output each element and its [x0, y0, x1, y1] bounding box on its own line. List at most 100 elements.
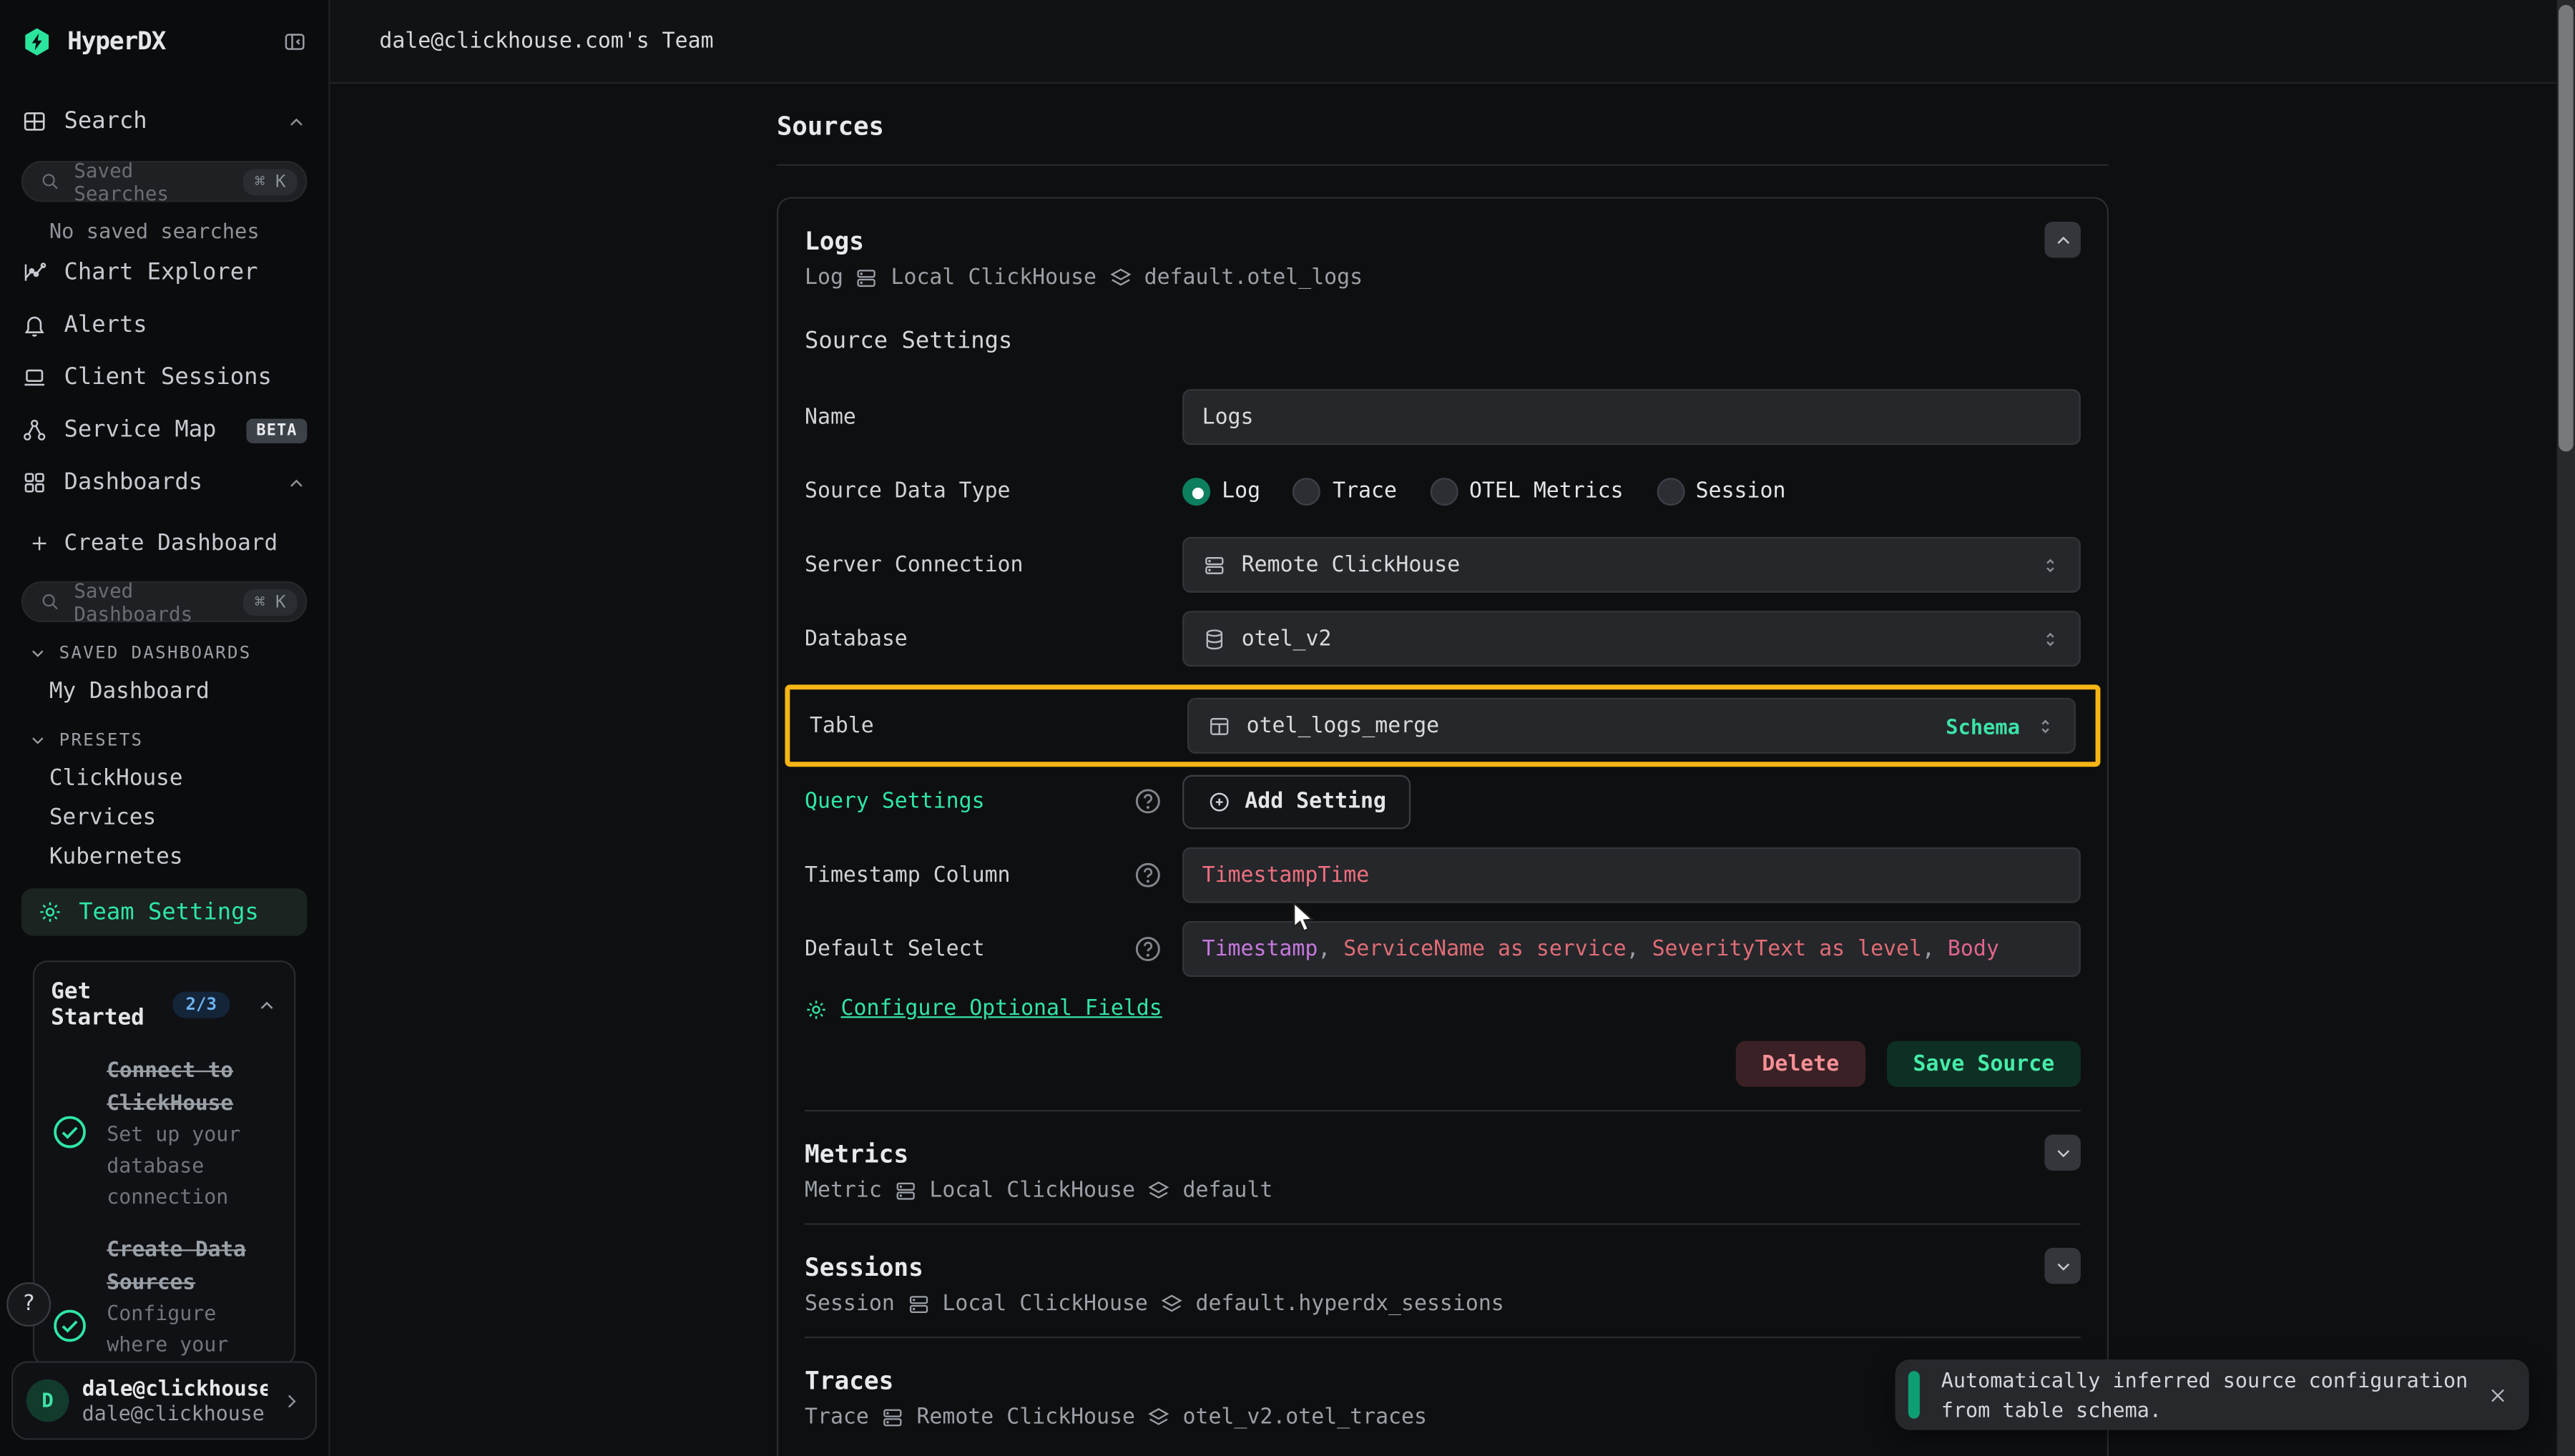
radio-label: Session — [1696, 478, 1786, 503]
sidebar-item-services[interactable]: Services — [21, 800, 307, 836]
help-circle-icon[interactable] — [1133, 934, 1162, 963]
add-setting-label: Add Setting — [1245, 789, 1386, 813]
chevron-down-icon — [28, 731, 48, 751]
close-icon[interactable] — [2486, 1383, 2509, 1406]
group-presets[interactable]: PRESETS — [21, 724, 307, 757]
select-caret-icon — [2040, 554, 2061, 576]
name-label: Name — [805, 405, 1182, 429]
sidebar-item-clickhouse[interactable]: ClickHouse — [21, 760, 307, 797]
sql-token: Timestamp — [1202, 937, 1318, 961]
no-saved-searches-text: No saved searches — [49, 218, 307, 242]
toast-message: Automatically inferred source configurat… — [1941, 1367, 2486, 1423]
source-title: Metrics — [805, 1134, 1272, 1174]
get-started-header[interactable]: Get Started 2/3 — [51, 978, 278, 1030]
get-started-item-title: Create Data Sources — [107, 1239, 246, 1295]
hyperdx-app: HyperDX Search Saved Searches ⌘ K No sav… — [0, 0, 2575, 1456]
sidebar-item-label: Service Map — [64, 417, 217, 443]
radio-trace[interactable]: Trace — [1293, 477, 1397, 505]
source-table: default — [1183, 1179, 1273, 1203]
get-started-item-sources[interactable]: Create Data Sources Configure where your… — [51, 1231, 278, 1366]
configure-optional-fields-link[interactable]: Configure Optional Fields — [841, 997, 1162, 1021]
add-setting-button[interactable]: Add Setting — [1182, 774, 1411, 829]
server-connection-select[interactable]: Remote ClickHouse — [1182, 537, 2081, 593]
group-saved-dashboards[interactable]: SAVED DASHBOARDS — [21, 637, 307, 670]
get-started-item-connect[interactable]: Connect to ClickHouse Set up your databa… — [51, 1053, 278, 1211]
chevron-up-icon[interactable] — [285, 111, 307, 132]
user-menu[interactable]: D dale@clickhouse.… dale@clickhouse.c… — [11, 1361, 317, 1440]
sql-token: , — [1318, 937, 1343, 961]
help-glyph: ? — [22, 1292, 35, 1317]
radio-selected-icon — [1182, 477, 1210, 505]
sidebar-item-my-dashboard[interactable]: My Dashboard — [21, 673, 307, 709]
chevron-up-icon[interactable] — [285, 472, 307, 493]
saved-searches-placeholder: Saved Searches — [74, 159, 230, 205]
radio-label: OTEL Metrics — [1469, 478, 1624, 503]
main-area: dale@clickhouse.com's Team Sources Logs … — [330, 0, 2575, 1456]
server-connection-label: Server Connection — [805, 553, 1182, 577]
expand-sessions-button[interactable] — [2044, 1248, 2081, 1284]
source-type: Trace — [805, 1405, 869, 1430]
chevron-down-icon — [2052, 1142, 2074, 1164]
source-data-type-radios: Log Trace OTEL Metrics — [1182, 463, 2081, 518]
create-dashboard-button[interactable]: Create Dashboard — [21, 521, 307, 565]
save-source-button[interactable]: Save Source — [1887, 1041, 2081, 1087]
radio-icon — [1430, 477, 1458, 505]
server-icon — [855, 266, 879, 290]
timestamp-column-input[interactable]: TimestampTime — [1182, 847, 2081, 903]
collapse-logs-button[interactable] — [2044, 222, 2081, 258]
source-type: Metric — [805, 1179, 882, 1203]
database-select[interactable]: otel_v2 — [1182, 611, 2081, 666]
layers-icon — [1147, 1179, 1171, 1203]
sidebar-item-kubernetes[interactable]: Kubernetes — [21, 839, 307, 875]
saved-searches-input[interactable]: Saved Searches ⌘ K — [21, 161, 307, 202]
sidebar-item-client-sessions[interactable]: Client Sessions — [21, 355, 307, 400]
service-map-icon — [21, 417, 48, 443]
source-type: Session — [805, 1292, 895, 1317]
table-select[interactable]: otel_logs_merge Schema — [1187, 698, 2076, 754]
radio-session[interactable]: Session — [1657, 477, 1786, 505]
radio-otel-metrics[interactable]: OTEL Metrics — [1430, 477, 1624, 505]
layers-icon — [1108, 266, 1132, 290]
name-value: Logs — [1202, 405, 1254, 429]
scrollbar-track[interactable] — [2557, 0, 2575, 1456]
sidebar-item-chart-explorer[interactable]: Chart Explorer — [21, 250, 307, 295]
help-circle-icon[interactable] — [1133, 787, 1162, 816]
get-started-title: Get Started — [51, 978, 160, 1030]
delete-button[interactable]: Delete — [1736, 1041, 1865, 1087]
source-table: otel_v2.otel_traces — [1183, 1405, 1427, 1430]
schema-badge[interactable]: Schema — [1946, 714, 2020, 738]
sidebar-collapse-icon[interactable] — [283, 29, 307, 53]
name-input[interactable]: Logs — [1182, 389, 2081, 445]
radio-log[interactable]: Log — [1182, 477, 1260, 505]
sidebar-item-alerts[interactable]: Alerts — [21, 302, 307, 348]
sidebar-item-search[interactable]: Search — [21, 99, 307, 144]
source-crumb: Log Local ClickHouse default.otel_logs — [805, 266, 1363, 290]
source-section-sessions: Sessions Session Local ClickHouse defaul… — [778, 1225, 2106, 1337]
sidebar-item-team-settings[interactable]: Team Settings — [21, 888, 307, 936]
chevron-up-icon[interactable] — [256, 994, 278, 1015]
sql-token: , — [1922, 937, 1948, 961]
source-server: Remote ClickHouse — [916, 1405, 1135, 1430]
help-circle-icon[interactable] — [1133, 860, 1162, 890]
create-dashboard-label: Create Dashboard — [64, 529, 278, 556]
plus-icon — [28, 531, 51, 554]
source-crumb: Trace Remote ClickHouse otel_v2.otel_tra… — [805, 1405, 1427, 1430]
source-table: default.hyperdx_sessions — [1196, 1292, 1504, 1317]
saved-dashboards-input[interactable]: Saved Dashboards ⌘ K — [21, 581, 307, 622]
mouse-cursor — [1293, 901, 1317, 934]
chevron-down-icon — [28, 644, 48, 664]
group-label: SAVED DASHBOARDS — [59, 644, 252, 664]
default-select-input[interactable]: Timestamp, ServiceName as service, Sever… — [1182, 921, 2081, 977]
expand-metrics-button[interactable] — [2044, 1134, 2081, 1171]
sidebar-item-dashboards[interactable]: Dashboards — [21, 460, 307, 506]
layers-icon — [1147, 1405, 1171, 1430]
sidebar-item-service-map[interactable]: Service Map BETA — [21, 407, 307, 453]
avatar: D — [26, 1379, 69, 1422]
source-crumb: Session Local ClickHouse default.hyperdx… — [805, 1292, 1504, 1317]
help-button[interactable]: ? — [6, 1282, 51, 1327]
select-caret-icon — [2040, 628, 2061, 649]
search-icon — [39, 591, 61, 613]
search-section-icon — [21, 109, 48, 135]
user-email: dale@clickhouse.c… — [82, 1402, 268, 1425]
scrollbar-thumb[interactable] — [2559, 5, 2574, 451]
